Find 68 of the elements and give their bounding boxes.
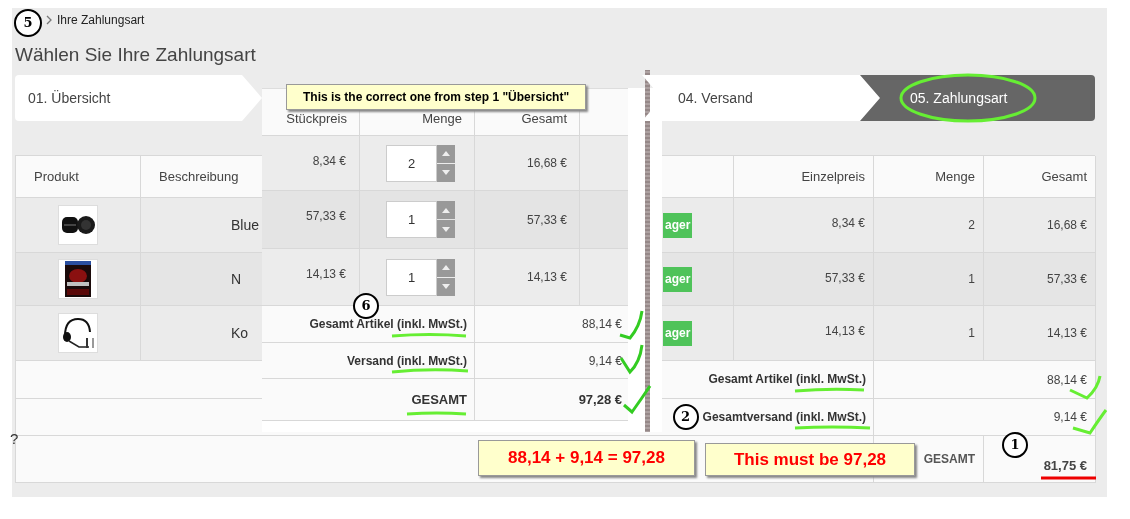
underline-mark [406, 411, 467, 416]
total-label: GESAMT [923, 451, 975, 468]
quantity: 1 [968, 325, 975, 342]
caret-up-icon [442, 265, 450, 270]
summary-value: 9,14 € [1053, 409, 1087, 426]
line-total: 57,33 € [1046, 271, 1087, 288]
summary-value: 88,14 € [581, 316, 622, 333]
caret-down-icon [442, 226, 450, 232]
line-total: 16,68 € [526, 155, 567, 172]
quantity: 2 [968, 217, 975, 234]
stock-badge: ager [663, 266, 693, 292]
line-total: 57,33 € [526, 211, 567, 229]
unit-price: 14,13 € [824, 323, 865, 340]
unit-price: 14,13 € [305, 266, 346, 283]
checkout-step[interactable]: 04. Versand [642, 75, 880, 121]
unit-price: 8,34 € [312, 153, 346, 170]
summary-value: 9,14 € [588, 352, 622, 370]
unit-price: 57,33 € [824, 270, 865, 287]
caret-up-icon [442, 207, 450, 213]
decrement-button[interactable] [437, 277, 455, 296]
annotation-note: 88,14 + 9,14 = 97,28 [478, 440, 695, 476]
underline-mark [794, 387, 865, 393]
total-value: 81,75 € [1043, 459, 1087, 473]
number-marker: 6 [353, 293, 379, 319]
summary-label: Versand (inkl. MwSt.) [346, 353, 467, 368]
caret-down-icon [442, 170, 450, 175]
checkout-step[interactable]: 01. Übersicht [15, 75, 262, 121]
increment-button[interactable] [437, 144, 455, 163]
increment-button[interactable] [437, 258, 455, 277]
stock-badge: ager [663, 320, 693, 346]
column-header: Gesamt [984, 156, 1096, 198]
check-mark [623, 385, 652, 414]
column-header: Menge [874, 156, 984, 198]
underline-mark [1041, 476, 1096, 480]
annotation-note: This must be 97,28 [705, 443, 915, 476]
total-label: GESAMT [411, 392, 467, 407]
product-description: Ko [231, 323, 249, 343]
column-header: Produkt [16, 156, 141, 198]
summary-label: Gesamt Artikel (inkl. MwSt.) [708, 373, 866, 386]
stock-badge: ager [663, 212, 693, 238]
total-value: 97,28 € [578, 390, 622, 409]
stray-text: ? [10, 429, 19, 449]
number-marker: 5 [14, 9, 42, 37]
quantity-field[interactable]: 1 [386, 258, 437, 296]
product-description: N [231, 269, 242, 289]
line-total: 16,68 € [1046, 217, 1087, 234]
caret-down-icon [442, 284, 450, 289]
decrement-button[interactable] [437, 163, 455, 182]
quantity: 1 [968, 271, 975, 288]
number-marker: 2 [672, 404, 699, 430]
annotation-note: This is the correct one from step 1 "Übersicht" [286, 84, 587, 110]
summary-label: Gesamt Artikel (inkl. MwSt.) [309, 317, 467, 331]
product-description: Blue [231, 215, 260, 235]
line-total: 14,13 € [526, 269, 567, 286]
quantity-field[interactable]: 2 [386, 144, 437, 182]
column-header: Einzelpreis [734, 156, 874, 198]
decrement-button[interactable] [437, 220, 455, 238]
quantity-field[interactable]: 1 [386, 201, 437, 238]
breadcrumb-link[interactable]: Ihre Zahlungsart [57, 11, 145, 29]
page-heading: Wählen Sie Ihre Zahlungsart [15, 43, 257, 67]
summary-label: Gesamtversand (inkl. MwSt.) [702, 410, 866, 424]
unit-price: 57,33 € [305, 208, 346, 225]
line-total: 14,13 € [1046, 325, 1087, 342]
unit-price: 8,34 € [831, 215, 865, 232]
number-marker: 1 [1002, 432, 1028, 458]
increment-button[interactable] [437, 201, 455, 219]
summary-value: 88,14 € [1046, 371, 1087, 389]
chevron-right-icon [45, 15, 53, 25]
